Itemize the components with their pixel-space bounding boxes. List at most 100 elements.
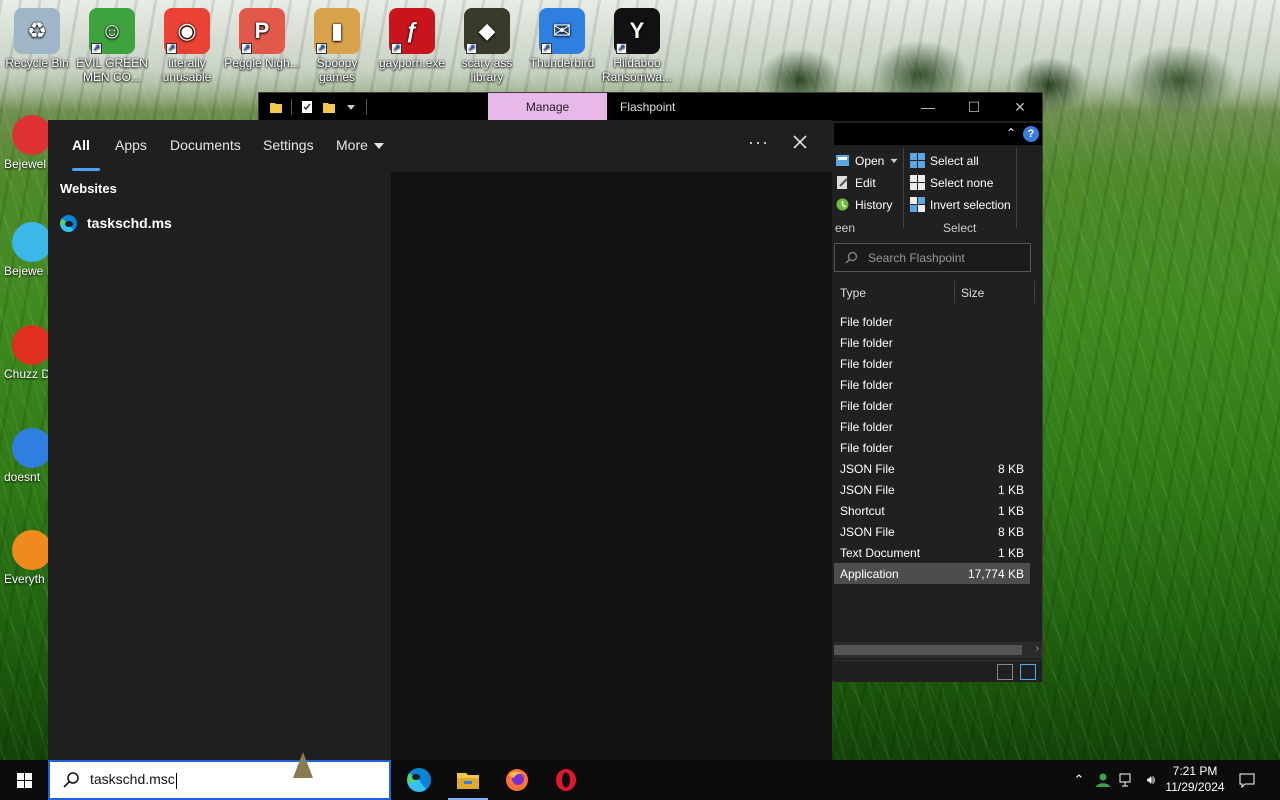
file-row[interactable]: File folder [834, 437, 1030, 458]
file-row[interactable]: File folder [834, 311, 1030, 332]
explorer-search-placeholder: Search Flashpoint [868, 250, 965, 265]
new-folder-icon[interactable] [322, 100, 336, 114]
help-icon[interactable]: ? [1023, 126, 1039, 142]
file-type: File folder [840, 419, 893, 434]
file-row[interactable]: Application 17,774 KB [834, 563, 1030, 584]
file-row[interactable]: File folder [834, 416, 1030, 437]
app-icon [12, 115, 52, 155]
start-search-panel: All Apps Documents Settings More ··· Web… [48, 120, 832, 760]
customize-toolbar-icon[interactable] [344, 100, 358, 114]
tab-all[interactable]: All [72, 137, 90, 153]
column-header-size[interactable]: Size [955, 280, 1033, 305]
desktop-icon[interactable]: ▮ ↗ Spoopy games [299, 8, 375, 84]
desktop-icon-label: Peggle Nigh... [224, 56, 300, 70]
show-hidden-icons-icon[interactable]: ⌃ [1068, 760, 1090, 800]
desktop-icon[interactable]: Y ↗ Hildaboo Ransomwa... [599, 8, 675, 84]
file-row[interactable]: File folder [834, 395, 1030, 416]
invert-selection-label: Invert selection [930, 197, 1011, 212]
file-type: JSON File [840, 482, 895, 497]
search-input[interactable]: taskschd.msc [90, 771, 177, 788]
minimize-icon[interactable]: — [905, 93, 951, 121]
maximize-icon[interactable]: ☐ [951, 93, 997, 121]
close-window-icon[interactable]: ✕ [997, 93, 1043, 121]
desktop-icon[interactable]: Chuzz Delux [4, 325, 52, 381]
clock-date: 11/29/2024 [1165, 780, 1225, 794]
file-row[interactable]: Text Document 1 KB [834, 542, 1030, 563]
shortcut-arrow-icon: ↗ [241, 43, 252, 54]
desktop-icon[interactable]: ♻ Recycle Bin [0, 8, 75, 70]
desktop-icon[interactable]: ƒ ↗ gayporn.exe [374, 8, 450, 70]
tab-manage[interactable]: Manage [488, 93, 607, 121]
properties-icon[interactable] [300, 100, 314, 114]
history-button[interactable]: History [835, 197, 892, 212]
notifications-icon[interactable] [1234, 760, 1260, 800]
desktop-icon-label: gayporn.exe [378, 56, 446, 70]
desktop-icon-label: Everyth [4, 572, 45, 586]
results-group-title: Websites [60, 181, 117, 196]
taskbar-edge-button[interactable] [395, 760, 443, 800]
select-group-label: Select [943, 221, 977, 235]
file-row[interactable]: Shortcut 1 KB [834, 500, 1030, 521]
file-row[interactable]: File folder [834, 374, 1030, 395]
app-icon [12, 530, 52, 570]
select-all-button[interactable]: Select all [910, 153, 979, 168]
file-row[interactable]: JSON File 8 KB [834, 521, 1030, 542]
desktop-icon[interactable]: Everyth [4, 530, 52, 586]
desktop-icon[interactable]: doesnt [4, 428, 52, 484]
active-tab-indicator [72, 168, 100, 171]
taskbar-search-box[interactable]: taskschd.msc [48, 760, 391, 800]
network-icon[interactable] [1116, 760, 1138, 800]
open-icon [836, 155, 849, 166]
explorer-titlebar[interactable]: Manage Flashpoint — ☐ ✕ [259, 93, 1042, 121]
tab-documents[interactable]: Documents [170, 137, 241, 153]
folder-icon[interactable] [269, 100, 283, 114]
taskbar-explorer-button[interactable] [444, 760, 492, 800]
column-divider[interactable] [1034, 281, 1035, 303]
edit-button[interactable]: Edit [835, 175, 876, 190]
desktop-icon[interactable]: Bejewel Delux [4, 115, 52, 171]
desktop-icon[interactable]: ☺ ↗ EVIL GREEN MEN CO... [74, 8, 150, 84]
more-options-icon[interactable]: ··· [748, 132, 769, 153]
edge-icon [60, 214, 77, 232]
clock[interactable]: 7:21 PM 11/29/2024 [1160, 763, 1230, 795]
desktop-icon[interactable]: ◉ ↗ literally unusable [149, 8, 225, 84]
desktop-icon[interactable]: Bejewe Delux [4, 222, 52, 278]
file-type: File folder [840, 377, 893, 392]
taskbar-firefox-button[interactable] [493, 760, 541, 800]
close-icon[interactable] [788, 130, 812, 154]
volume-icon[interactable]: 🔊︎ [1140, 760, 1162, 800]
invert-selection-button[interactable]: Invert selection [910, 197, 1011, 212]
select-none-button[interactable]: Select none [910, 175, 993, 190]
taskbar-opera-button[interactable] [542, 760, 590, 800]
opera-icon [556, 769, 576, 791]
file-row[interactable]: File folder [834, 353, 1030, 374]
chevron-down-icon [373, 143, 384, 150]
edge-icon [407, 768, 431, 792]
ethernet-icon [1119, 773, 1131, 787]
file-row[interactable]: JSON File 1 KB [834, 479, 1030, 500]
select-none-icon [910, 175, 925, 190]
open-button[interactable]: Open [835, 153, 899, 168]
large-icons-view-icon[interactable] [1020, 664, 1036, 680]
tab-apps[interactable]: Apps [115, 137, 147, 153]
open-group-label: een [835, 221, 856, 235]
explorer-search-box[interactable]: Search Flashpoint [834, 243, 1031, 272]
scroll-right-icon[interactable]: › [1036, 643, 1039, 654]
search-result-item[interactable]: taskschd.ms [48, 208, 391, 238]
start-button[interactable] [0, 760, 48, 800]
details-view-icon[interactable] [997, 664, 1013, 680]
horizontal-scrollbar[interactable]: › [834, 642, 1042, 658]
invert-selection-icon [910, 197, 925, 212]
desktop-icon[interactable]: ✉ ↗ Thunderbird [524, 8, 600, 70]
user-icon[interactable] [1092, 760, 1114, 800]
scrollbar-thumb[interactable] [834, 645, 1022, 655]
desktop-icon[interactable]: ◆ ↗ scary ass library [449, 8, 525, 84]
tab-settings[interactable]: Settings [263, 137, 314, 153]
column-header-type[interactable]: Type [834, 280, 954, 305]
tab-more[interactable]: More [336, 137, 384, 153]
file-type: File folder [840, 398, 893, 413]
file-row[interactable]: JSON File 8 KB [834, 458, 1030, 479]
collapse-ribbon-icon[interactable]: ⌃ [1006, 126, 1016, 140]
desktop-icon[interactable]: P ↗ Peggle Nigh... [224, 8, 300, 70]
file-row[interactable]: File folder [834, 332, 1030, 353]
